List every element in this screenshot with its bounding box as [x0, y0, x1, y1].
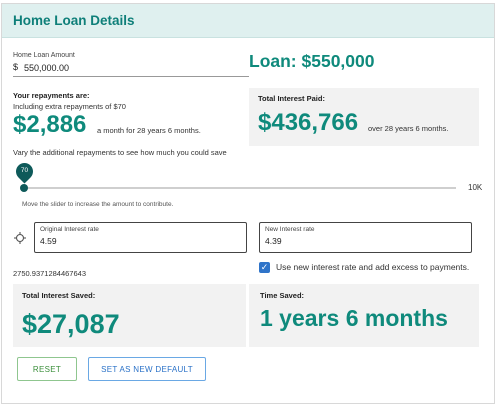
interest-saved-panel: Total Interest Saved: $27,087 — [13, 284, 246, 347]
original-rate-input[interactable] — [40, 236, 180, 246]
calculated-value-readout: 2750.9371284467643 — [13, 269, 86, 278]
total-interest-label: Total Interest Paid: — [258, 94, 325, 103]
time-saved-amount: 1 years 6 months — [260, 305, 448, 331]
repayment-term-text: a month for 28 years 6 months. — [97, 126, 201, 135]
reset-button[interactable]: RESET — [17, 357, 77, 381]
new-rate-field[interactable]: New Interest rate — [259, 222, 472, 253]
time-saved-label: Time Saved: — [260, 291, 305, 300]
crosshair-icon[interactable] — [14, 232, 26, 244]
slider-value-label: 70 — [20, 167, 29, 174]
repayment-slider-thumb[interactable] — [20, 184, 28, 192]
slider-help-text: Move the slider to increase the amount t… — [22, 201, 174, 208]
slider-instruction: Vary the additional repayments to see ho… — [13, 148, 227, 157]
new-rate-input[interactable] — [265, 236, 405, 246]
monthly-repayment-amount: $2,886 — [13, 111, 87, 138]
loan-amount-input[interactable] — [24, 61, 244, 75]
new-rate-label: New Interest rate — [265, 226, 315, 233]
set-default-button[interactable]: SET AS NEW DEFAULT — [88, 357, 206, 381]
loan-summary: Loan: $550,000 — [249, 51, 375, 71]
repayments-heading: Your repayments are: — [13, 91, 90, 100]
loan-amount-label: Home Loan Amount — [13, 52, 75, 59]
card-title: Home Loan Details — [13, 13, 135, 28]
card-header: Home Loan Details — [2, 4, 494, 38]
extra-repayments-text: Including extra repayments of $70 — [13, 102, 126, 111]
original-rate-label: Original Interest rate — [40, 226, 99, 233]
time-saved-panel: Time Saved: 1 years 6 months — [249, 284, 479, 347]
total-interest-amount: $436,766 — [258, 109, 359, 136]
check-icon: ✓ — [260, 262, 269, 272]
repayment-slider-track[interactable] — [24, 187, 456, 189]
use-new-rate-label: Use new interest rate and add excess to … — [276, 262, 470, 272]
original-rate-field[interactable]: Original Interest rate — [34, 222, 247, 253]
interest-saved-label: Total Interest Saved: — [22, 291, 96, 300]
use-new-rate-checkbox[interactable]: ✓ — [259, 262, 270, 273]
slider-max-label: 10K — [468, 183, 483, 192]
home-loan-card: Home Loan Details Home Loan Amount $ Loa… — [1, 3, 495, 404]
total-interest-term: over 28 years 6 months. — [368, 124, 449, 133]
interest-saved-amount: $27,087 — [22, 309, 120, 339]
currency-symbol: $ — [13, 62, 19, 72]
loan-amount-field[interactable]: $ — [13, 61, 249, 77]
total-interest-panel: Total Interest Paid: $436,766 over 28 ye… — [249, 88, 479, 146]
